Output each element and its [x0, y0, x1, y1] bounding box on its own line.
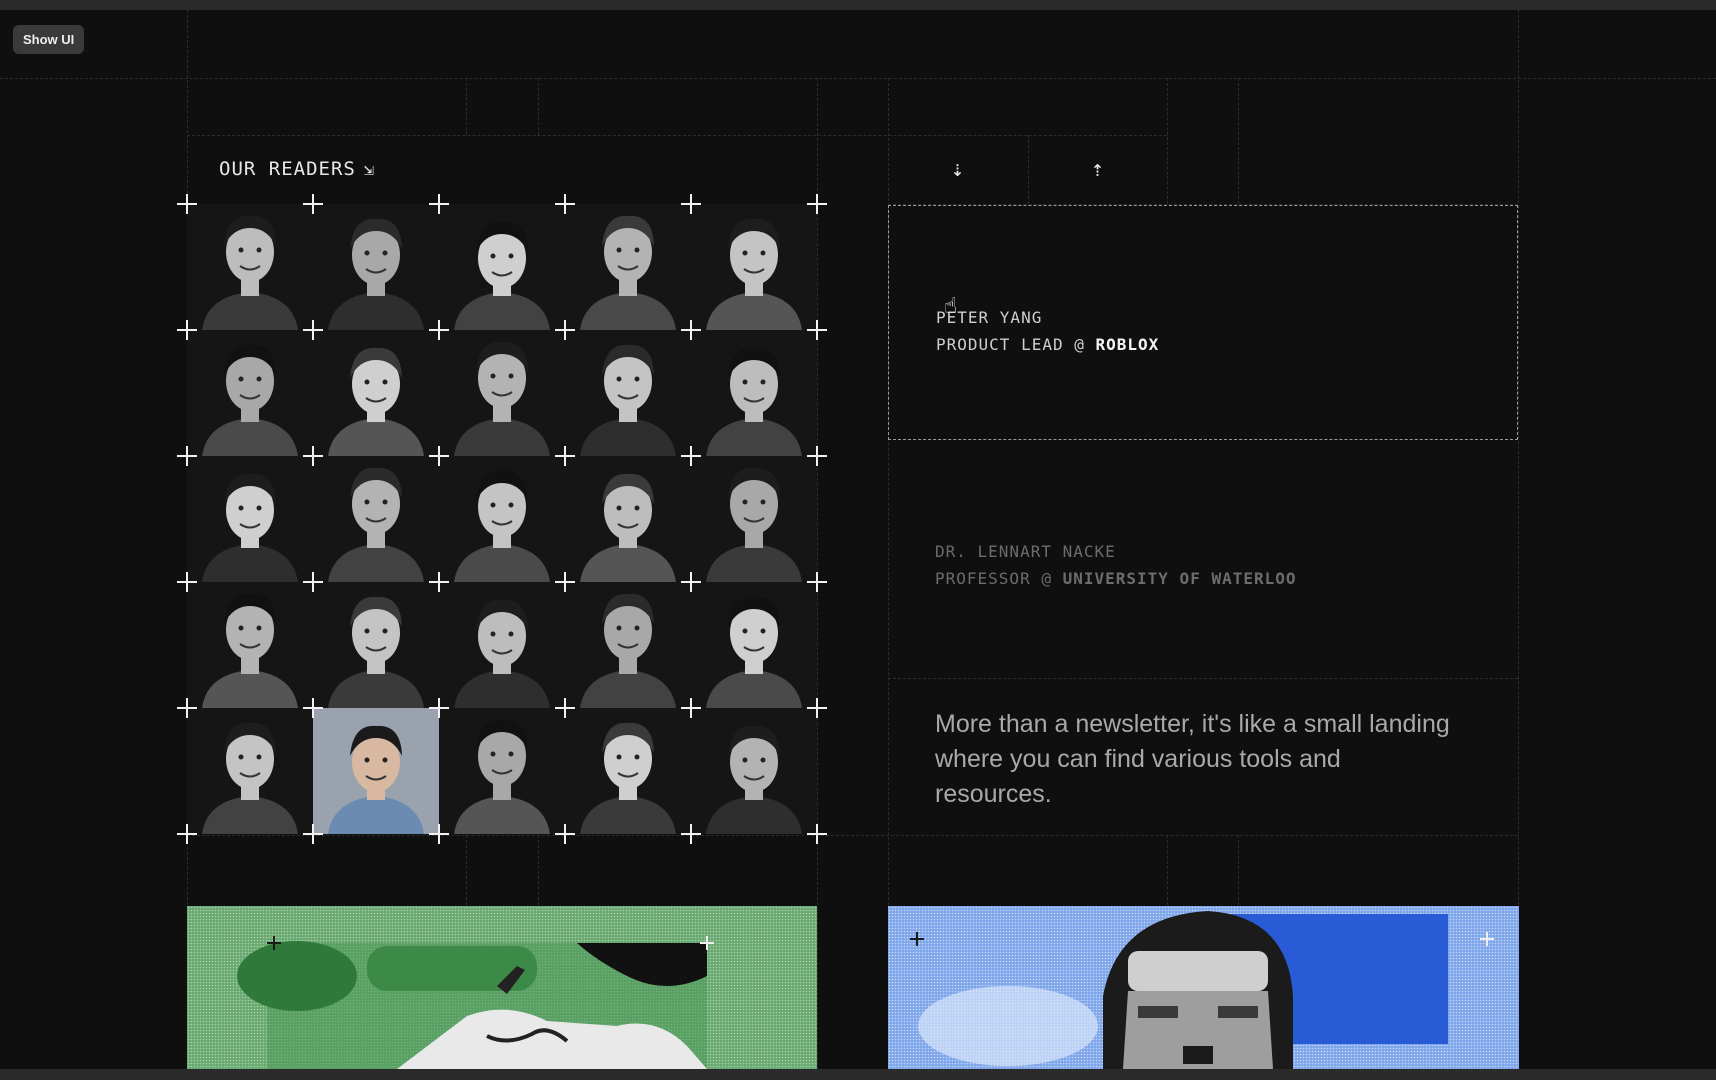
portrait-illustration — [888, 906, 1519, 1069]
grid-line — [1238, 835, 1239, 905]
testimonial-role: PRODUCT LEAD @ ROBLOX — [936, 335, 1159, 354]
reader-portrait[interactable] — [439, 582, 565, 708]
grid-line — [0, 78, 1716, 79]
reader-portrait[interactable] — [313, 330, 439, 456]
window-top-bar — [0, 0, 1716, 10]
arrow-up-icon: ⇡ — [1090, 156, 1105, 182]
testimonial-role: PROFESSOR @ UNIVERSITY OF WATERLOO — [935, 569, 1297, 588]
reader-portrait[interactable] — [691, 708, 817, 834]
reader-portrait[interactable] — [187, 330, 313, 456]
portrait-image — [187, 204, 313, 330]
reader-portrait[interactable] — [313, 708, 439, 834]
reader-portrait[interactable] — [187, 204, 313, 330]
reader-portrait[interactable] — [565, 582, 691, 708]
reader-portrait[interactable] — [691, 204, 817, 330]
testimonial-company: ROBLOX — [1095, 335, 1160, 354]
grid-line — [1167, 835, 1168, 905]
portrait-image — [439, 330, 565, 456]
reader-portrait[interactable] — [187, 708, 313, 834]
app-window: Show UI OUR READERS ⇲ ⇣ ⇡ PETER YANG PROD… — [0, 0, 1716, 1080]
reader-portrait[interactable] — [691, 582, 817, 708]
grid-line — [538, 835, 539, 905]
portrait-image — [187, 708, 313, 834]
tagline-text: More than a newsletter, it's like a smal… — [935, 710, 1450, 808]
portrait-image — [565, 708, 691, 834]
reader-portrait[interactable] — [565, 456, 691, 582]
portrait-image — [691, 582, 817, 708]
reader-portrait[interactable] — [439, 204, 565, 330]
testimonial-role-prefix: PROFESSOR @ — [935, 569, 1063, 588]
portrait-image — [313, 582, 439, 708]
scroll-up-button[interactable]: ⇡ — [1028, 135, 1167, 203]
portrait-image — [187, 582, 313, 708]
writing-hand-illustration — [187, 906, 817, 1069]
section-title-text: OUR READERS — [219, 158, 356, 180]
testimonial-role-prefix: PRODUCT LEAD @ — [936, 335, 1096, 354]
plus-icon — [700, 936, 714, 950]
portrait-image — [187, 330, 313, 456]
grid-line — [1238, 78, 1239, 204]
portrait-image — [565, 204, 691, 330]
reader-portrait[interactable] — [313, 456, 439, 582]
grid-line — [817, 78, 818, 1070]
green-feature-banner[interactable] — [187, 906, 817, 1069]
show-ui-button[interactable]: Show UI — [13, 25, 85, 54]
portrait-image — [187, 456, 313, 582]
reader-portrait[interactable] — [187, 582, 313, 708]
blue-feature-banner[interactable] — [888, 906, 1519, 1069]
testimonial-name: DR. LENNART NACKE — [935, 542, 1116, 561]
grid-line — [466, 78, 467, 135]
window-bottom-bar — [0, 1069, 1716, 1080]
reader-portrait[interactable] — [187, 456, 313, 582]
grid-line — [466, 835, 467, 905]
arrow-down-icon: ⇣ — [950, 156, 965, 182]
portrait-image — [439, 582, 565, 708]
reader-portrait[interactable] — [439, 708, 565, 834]
portrait-image — [439, 456, 565, 582]
grid-line — [538, 78, 539, 135]
portrait-image — [691, 330, 817, 456]
portrait-image — [313, 456, 439, 582]
portrait-image — [691, 456, 817, 582]
arrow-down-right-icon: ⇲ — [363, 160, 376, 180]
testimonial-card-active[interactable]: PETER YANG PRODUCT LEAD @ ROBLOX — [888, 205, 1518, 440]
testimonial-company: UNIVERSITY OF WATERLOO — [1062, 569, 1297, 588]
scroll-down-button[interactable]: ⇣ — [888, 135, 1027, 203]
reader-portrait[interactable] — [565, 708, 691, 834]
grid-line — [888, 678, 1518, 679]
testimonial-card[interactable]: DR. LENNART NACKE PROFESSOR @ UNIVERSITY… — [888, 441, 1518, 676]
readers-grid — [177, 194, 827, 844]
portrait-image — [313, 204, 439, 330]
reader-portrait[interactable] — [691, 330, 817, 456]
reader-portrait[interactable] — [439, 456, 565, 582]
reader-portrait[interactable] — [313, 204, 439, 330]
plus-icon — [910, 932, 924, 946]
reader-portrait[interactable] — [691, 456, 817, 582]
portrait-image — [313, 330, 439, 456]
portrait-image — [691, 708, 817, 834]
reader-portrait[interactable] — [565, 204, 691, 330]
portrait-image — [565, 456, 691, 582]
portrait-image — [439, 708, 565, 834]
plus-icon — [1480, 932, 1494, 946]
grid-line — [187, 835, 1518, 836]
plus-icon — [267, 936, 281, 950]
portrait-image — [565, 330, 691, 456]
section-title: OUR READERS ⇲ — [219, 158, 375, 180]
portrait-image — [691, 204, 817, 330]
reader-portrait[interactable] — [313, 582, 439, 708]
portrait-image — [313, 708, 439, 834]
reader-portrait[interactable] — [565, 330, 691, 456]
portrait-image — [439, 204, 565, 330]
portrait-image — [565, 582, 691, 708]
grid-line — [1167, 78, 1168, 204]
reader-portrait[interactable] — [439, 330, 565, 456]
hand-cursor-icon: ☝ — [944, 294, 958, 319]
